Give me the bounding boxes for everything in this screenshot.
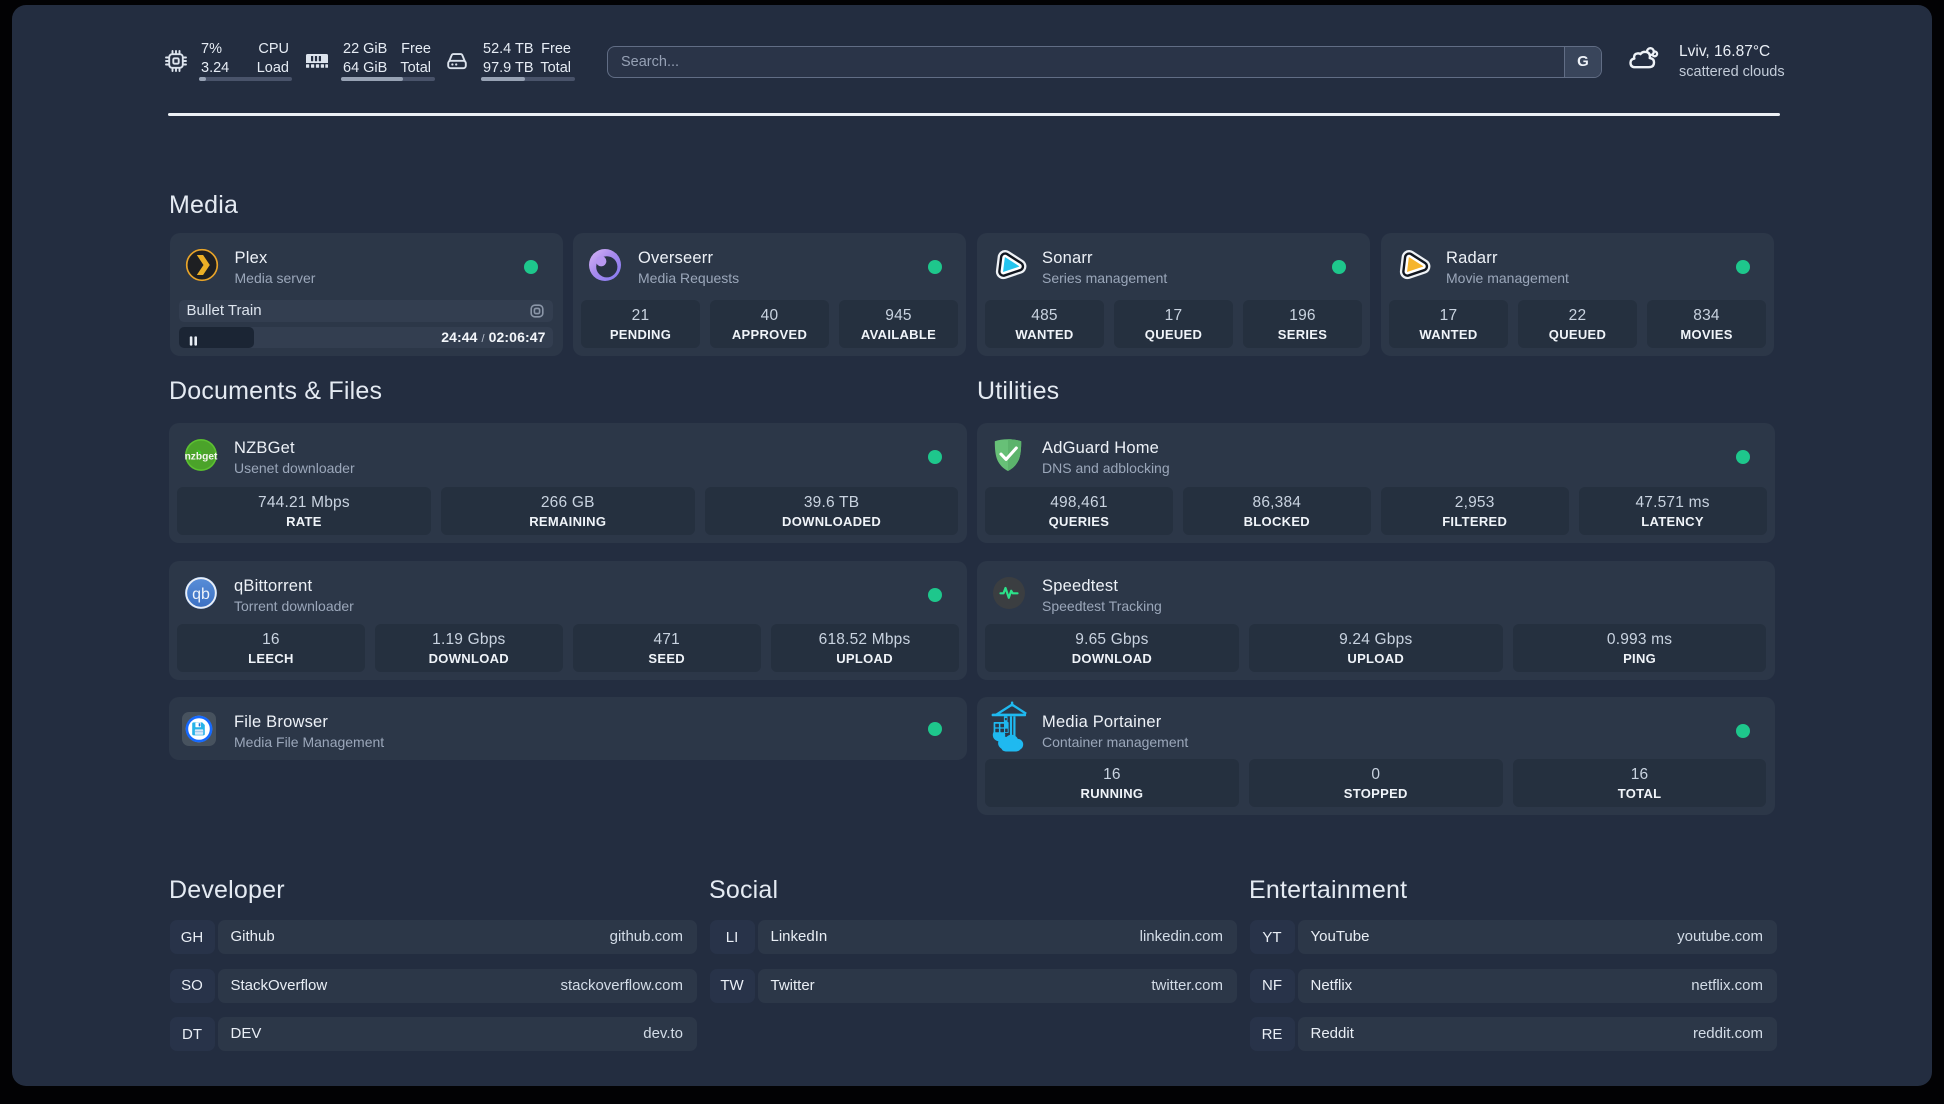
svg-text:nzbget: nzbget bbox=[185, 451, 218, 462]
svg-text:qb: qb bbox=[192, 586, 210, 603]
